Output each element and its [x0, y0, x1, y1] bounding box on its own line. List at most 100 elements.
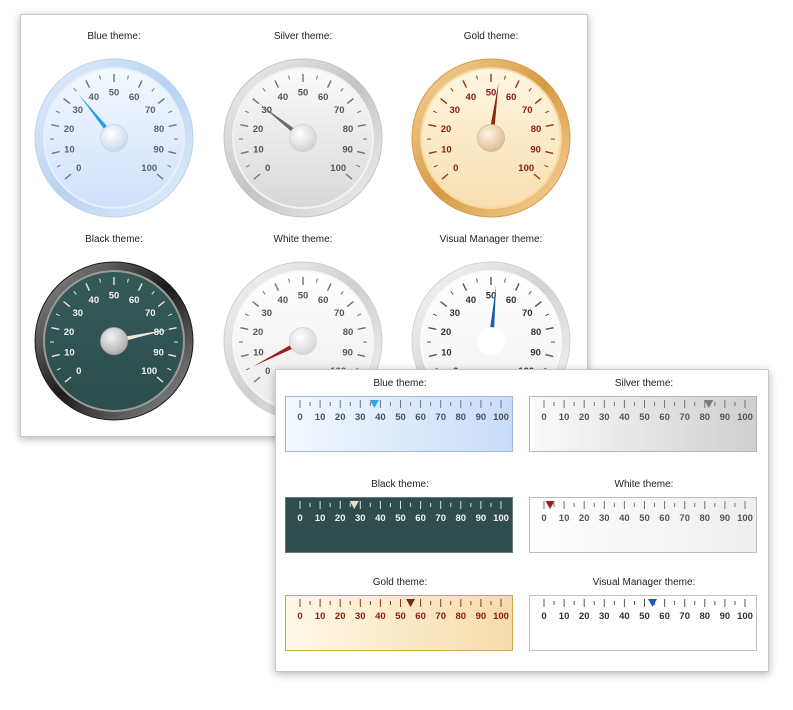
gauge-tick-label: 70	[334, 308, 345, 319]
gauge-tick-label: 40	[89, 92, 100, 103]
scale-tick-label: 50	[395, 513, 406, 524]
scale-title: Silver theme:	[614, 378, 674, 389]
scale-tick-label: 40	[619, 412, 630, 423]
scale-tick-label: 70	[679, 513, 690, 524]
gauge-tick-label: 90	[342, 145, 353, 156]
scale-tick-label: 80	[456, 611, 467, 622]
scale-title: White theme:	[614, 479, 674, 490]
gauge-tick-label: 70	[145, 308, 156, 319]
gauge-tick-label: 100	[141, 163, 157, 174]
scale-tick-label: 60	[659, 513, 670, 524]
scale-tick-label: 40	[619, 513, 630, 524]
scale-tick-label: 10	[315, 412, 326, 423]
gauge-tick-label: 20	[64, 327, 75, 338]
gauge-title: Gold theme:	[463, 31, 519, 42]
scale-tick-label: 30	[599, 412, 610, 423]
gauge-tick-label: 90	[530, 348, 541, 359]
linear-scale: 0 10 20 30 40 50 60 70 80 90 100	[285, 396, 513, 452]
scale-tick-label: 100	[493, 611, 509, 622]
scale-tick-label: 0	[541, 611, 546, 622]
scale-title: Gold theme:	[372, 577, 428, 588]
gauge-tick-label: 10	[253, 348, 264, 359]
scale-tick-label: 20	[579, 611, 590, 622]
scale-tick-label: 40	[619, 611, 630, 622]
scale-tick-label: 50	[395, 611, 406, 622]
gauge-tick-label: 100	[141, 366, 157, 377]
scale-tick-label: 70	[679, 611, 690, 622]
gauge-hub	[289, 124, 317, 152]
gauge-tick-label: 10	[64, 348, 75, 359]
scale-tick-label: 90	[720, 412, 731, 423]
gauge-tick-label: 30	[449, 308, 460, 319]
scale-background	[529, 396, 757, 452]
scale-background	[285, 497, 513, 553]
gauge-blue: Blue theme: 0 10 20 30 40 50 60 70 80 90 100	[29, 31, 199, 231]
scale-tick-label: 80	[700, 513, 711, 524]
scale-tick-label: 20	[579, 412, 590, 423]
gauge-gold: Gold theme: 0 10 20 30 40 50 60 70 80 90 100	[406, 31, 576, 231]
gauge-tick-label: 70	[522, 105, 533, 116]
gauge-tick-label: 30	[449, 105, 460, 116]
scale-tick-label: 100	[493, 513, 509, 524]
scale-tick-label: 100	[737, 412, 753, 423]
scale-background	[285, 595, 513, 651]
scale-tick-label: 40	[375, 611, 386, 622]
gauge-tick-label: 50	[109, 88, 120, 99]
gauge-tick-label: 80	[154, 124, 165, 135]
scale-tick-label: 60	[415, 513, 426, 524]
gauge-silver: Silver theme: 0 10 20 30 40 50 60 70 80 90 100	[218, 31, 388, 231]
gauge-tick-label: 50	[109, 291, 120, 302]
scale-tick-label: 40	[375, 412, 386, 423]
scale-tick-label: 70	[679, 412, 690, 423]
gauge-tick-label: 90	[342, 348, 353, 359]
gauge-tick-label: 70	[334, 105, 345, 116]
gauge-dial: 0102030405060708090100	[223, 58, 383, 218]
gauge-title: Silver theme:	[273, 31, 333, 42]
linear-scale: 0 10 20 30 40 50 60 70 80 90 100	[529, 497, 757, 553]
scale-tick-label: 50	[639, 513, 650, 524]
gauge-tick-label: 60	[129, 92, 140, 103]
gauge-hub	[477, 124, 505, 152]
gauge-dial: 0102030405060708090100	[34, 261, 194, 421]
scale-tick-label: 30	[599, 611, 610, 622]
gauge-tick-label: 80	[343, 327, 354, 338]
gauge-tick-label: 30	[72, 105, 83, 116]
gauge-tick-label: 40	[466, 295, 477, 306]
scale-tick-label: 80	[456, 513, 467, 524]
gauge-tick-label: 10	[64, 145, 75, 156]
scale-white: White theme: 0 10 20 30 40 50 60 70 80 90 100	[529, 479, 759, 553]
scale-tick-label: 10	[315, 611, 326, 622]
scale-tick-label: 70	[435, 412, 446, 423]
gauge-tick-label: 40	[278, 92, 289, 103]
gauge-tick-label: 0	[76, 163, 81, 174]
scale-tick-label: 70	[435, 513, 446, 524]
gauge-tick-label: 0	[265, 163, 270, 174]
gauge-tick-label: 60	[318, 92, 329, 103]
gauge-title: White theme:	[273, 234, 333, 245]
scale-tick-label: 100	[737, 513, 753, 524]
linear-scales-panel: Blue theme: 0 10 20 30 40 50 60 70 80 90 100 Silve…	[275, 369, 769, 672]
gauge-tick-label: 90	[530, 145, 541, 156]
gauge-tick-label: 80	[343, 124, 354, 135]
scale-black: Black theme: 0 10 20 30 40 50 60 70 80 90 100	[285, 479, 515, 553]
gauge-tick-label: 20	[253, 327, 264, 338]
linear-scale: 0 10 20 30 40 50 60 70 80 90 100	[529, 396, 757, 452]
gauge-tick-label: 60	[506, 295, 517, 306]
gauge-tick-label: 60	[506, 92, 517, 103]
scale-blue: Blue theme: 0 10 20 30 40 50 60 70 80 90 100	[285, 378, 515, 452]
gauge-dial: 0102030405060708090100	[411, 58, 571, 218]
scale-tick-label: 50	[639, 611, 650, 622]
gauge-tick-label: 40	[466, 92, 477, 103]
scale-tick-label: 90	[720, 513, 731, 524]
gauge-tick-label: 20	[441, 327, 452, 338]
scale-tick-label: 0	[297, 611, 302, 622]
scale-tick-label: 80	[700, 611, 711, 622]
gauge-tick-label: 0	[265, 366, 270, 377]
scale-title: Visual Manager theme:	[592, 577, 696, 588]
gauge-hub	[289, 327, 317, 355]
linear-scale: 0 10 20 30 40 50 60 70 80 90 100	[285, 595, 513, 651]
gauge-tick-label: 50	[298, 88, 309, 99]
scale-tick-label: 0	[297, 412, 302, 423]
scale-tick-label: 10	[559, 611, 570, 622]
gauge-dial: 0102030405060708090100	[34, 58, 194, 218]
